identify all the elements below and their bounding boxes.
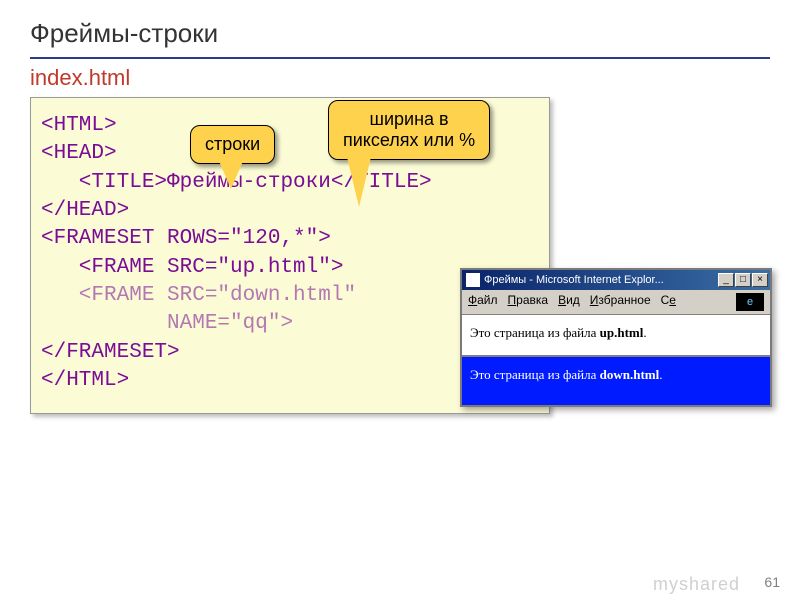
maximize-button[interactable]: □ [735,273,751,287]
frame-bottom: Это страница из файла down.html. [462,357,770,405]
callout-width: ширина в пикселях или % [328,100,490,160]
watermark: myshared [653,574,740,595]
window-title: Фреймы - Microsoft Internet Explor... [484,274,664,286]
ie-page-icon [466,273,480,287]
menu-file[interactable]: Файл [468,293,498,311]
ie-body: Это страница из файла up.html. Это стран… [462,315,770,405]
ie-logo-icon: e [736,293,764,311]
menu-more[interactable]: Се [661,293,676,311]
filename-label: index.html [0,65,800,91]
ie-titlebar: Фреймы - Microsoft Internet Explor... _ … [462,270,770,290]
minimize-button[interactable]: _ [718,273,734,287]
close-button[interactable]: × [752,273,768,287]
menu-edit[interactable]: Правка [508,293,549,311]
slide-title: Фреймы-строки [0,0,800,57]
divider [30,57,770,59]
page-number: 61 [764,574,780,590]
window-controls: _ □ × [718,273,768,287]
menu-view[interactable]: Вид [558,293,580,311]
ie-menu: Файл Правка Вид Избранное Се e [462,290,770,315]
ie-window: Фреймы - Microsoft Internet Explor... _ … [460,268,772,407]
callout-rows: строки [190,125,275,164]
frame-top: Это страница из файла up.html. [462,315,770,357]
menu-favorites[interactable]: Избранное [590,293,651,311]
